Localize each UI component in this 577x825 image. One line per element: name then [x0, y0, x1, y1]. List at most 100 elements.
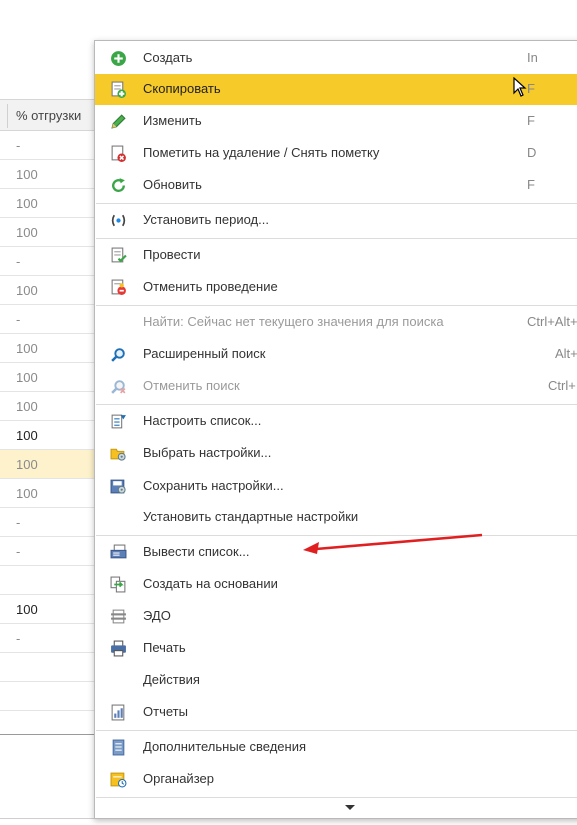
menu-item-label: Установить период...: [143, 212, 269, 227]
menu-item-shortcut: F: [527, 177, 535, 192]
menu-item-label: Создать: [143, 50, 193, 65]
table-row[interactable]: 100: [0, 595, 100, 624]
table-cell: 100: [16, 457, 38, 472]
output-list-icon: [110, 544, 127, 559]
menu-item-shortcut: Ctrl+Alt+: [527, 314, 577, 329]
menu-item-actions[interactable]: Действия: [95, 665, 577, 696]
context-menu: Создать In Скопировать F Изменить F Поме…: [94, 40, 577, 819]
menu-item-create[interactable]: Создать In: [95, 43, 577, 74]
menu-item-label: Печать: [143, 640, 186, 655]
table-row[interactable]: 100: [0, 276, 100, 305]
menu-item-save-settings[interactable]: Сохранить настройки...: [95, 471, 577, 502]
menu-item-label: Вывести список...: [143, 544, 250, 559]
menu-item-edo[interactable]: ЭДО: [95, 601, 577, 632]
annotation-arrow-icon: [303, 533, 483, 554]
menu-item-find[interactable]: Найти: Сейчас нет текущего значения для …: [95, 307, 577, 338]
table-cell: 100: [16, 196, 38, 211]
table-row[interactable]: 100: [0, 421, 100, 450]
menu-item-label: Пометить на удаление / Снять пометку: [143, 145, 380, 160]
menu-item-mark-delete[interactable]: Пометить на удаление / Снять пометку D: [95, 138, 577, 169]
menu-item-label: Создать на основании: [143, 576, 278, 591]
copy-icon: [111, 81, 126, 98]
refresh-icon: [112, 178, 125, 192]
menu-item-label: Органайзер: [143, 771, 214, 786]
edo-icon: [111, 609, 126, 624]
table-cell: 100: [16, 486, 38, 501]
table-cell: 100: [16, 428, 38, 443]
period-icon: [111, 214, 126, 227]
menu-item-label: Отменить поиск: [143, 378, 240, 393]
menu-item-shortcut: F: [527, 81, 535, 96]
configure-list-icon: [111, 414, 126, 429]
menu-item-organizer[interactable]: Органайзер: [95, 764, 577, 795]
table-cell: -: [16, 138, 21, 153]
menu-item-label: Скопировать: [143, 81, 221, 96]
menu-item-label: Дополнительные сведения: [143, 739, 307, 754]
table-row[interactable]: 100: [0, 392, 100, 421]
save-settings-icon: [110, 479, 126, 494]
printer-icon: [111, 640, 126, 657]
menu-separator: [96, 203, 577, 204]
table-row[interactable]: 100: [0, 334, 100, 363]
menu-item-create-based-on[interactable]: Создать на основании: [95, 569, 577, 600]
table-cell: 100: [16, 370, 38, 385]
unpost-document-icon: [111, 279, 126, 295]
menu-item-copy[interactable]: Скопировать F: [95, 74, 577, 105]
menu-item-configure-list[interactable]: Настроить список...: [95, 406, 577, 437]
column-separator: [7, 104, 8, 128]
table-row[interactable]: -: [0, 624, 100, 653]
table-bottom-border: [0, 734, 100, 735]
menu-item-label: Найти: Сейчас нет текущего значения для …: [143, 314, 444, 329]
table-row[interactable]: 100: [0, 218, 100, 247]
menu-item-label: Действия: [143, 672, 200, 687]
menu-item-label: Обновить: [143, 177, 202, 192]
menu-item-post[interactable]: Провести: [95, 240, 577, 271]
search-icon: [111, 348, 125, 362]
table-row[interactable]: -: [0, 537, 100, 566]
table-row[interactable]: -: [0, 131, 100, 160]
table-row[interactable]: 100: [0, 160, 100, 189]
menu-separator: [96, 305, 577, 306]
mouse-cursor-icon: [513, 77, 527, 97]
menu-item-set-period[interactable]: Установить период...: [95, 205, 577, 236]
create-based-on-icon: [110, 576, 126, 593]
delete-mark-icon: [111, 145, 126, 162]
menu-item-unpost[interactable]: Отменить проведение: [95, 272, 577, 303]
column-header-shipment-percent[interactable]: % отгрузки: [16, 108, 81, 123]
create-plus-icon: [111, 51, 126, 66]
table-row[interactable]: 100: [0, 363, 100, 392]
table-row[interactable]: [0, 682, 100, 711]
menu-item-reports[interactable]: Отчеты: [95, 697, 577, 728]
table-cell: 100: [16, 399, 38, 414]
menu-item-shortcut: Alt+: [555, 346, 577, 361]
menu-item-refresh[interactable]: Обновить F: [95, 170, 577, 201]
menu-item-shortcut: Ctrl+: [548, 378, 576, 393]
menu-item-shortcut: In: [527, 50, 538, 65]
menu-item-cancel-search[interactable]: Отменить поиск Ctrl+: [95, 371, 577, 402]
table-row[interactable]: 100: [0, 189, 100, 218]
menu-item-print[interactable]: Печать: [95, 633, 577, 664]
table-cell: 100: [16, 341, 38, 356]
reports-icon: [111, 704, 125, 721]
table-row[interactable]: -: [0, 247, 100, 276]
table-row[interactable]: [0, 653, 100, 682]
table-row[interactable]: 100: [0, 479, 100, 508]
menu-item-additional-info[interactable]: Дополнительные сведения: [95, 732, 577, 763]
menu-item-advanced-search[interactable]: Расширенный поиск Alt+: [95, 339, 577, 370]
scroll-down-chevron-icon[interactable]: [345, 805, 355, 810]
table-row[interactable]: [0, 566, 100, 595]
cancel-search-icon: [111, 380, 126, 394]
table-cell: 100: [16, 283, 38, 298]
additional-info-icon: [112, 739, 125, 756]
table-cell: -: [16, 254, 21, 269]
menu-item-choose-settings[interactable]: Выбрать настройки...: [95, 438, 577, 469]
table-cell: -: [16, 312, 21, 327]
table-cell: -: [16, 544, 21, 559]
table-header: % отгрузки: [0, 99, 100, 131]
menu-item-standard-settings[interactable]: Установить стандартные настройки: [95, 502, 577, 533]
table-row-selected[interactable]: 100: [0, 450, 100, 479]
table-row[interactable]: -: [0, 508, 100, 537]
table-cell: 100: [16, 602, 38, 617]
menu-item-edit[interactable]: Изменить F: [95, 106, 577, 137]
table-row[interactable]: -: [0, 305, 100, 334]
